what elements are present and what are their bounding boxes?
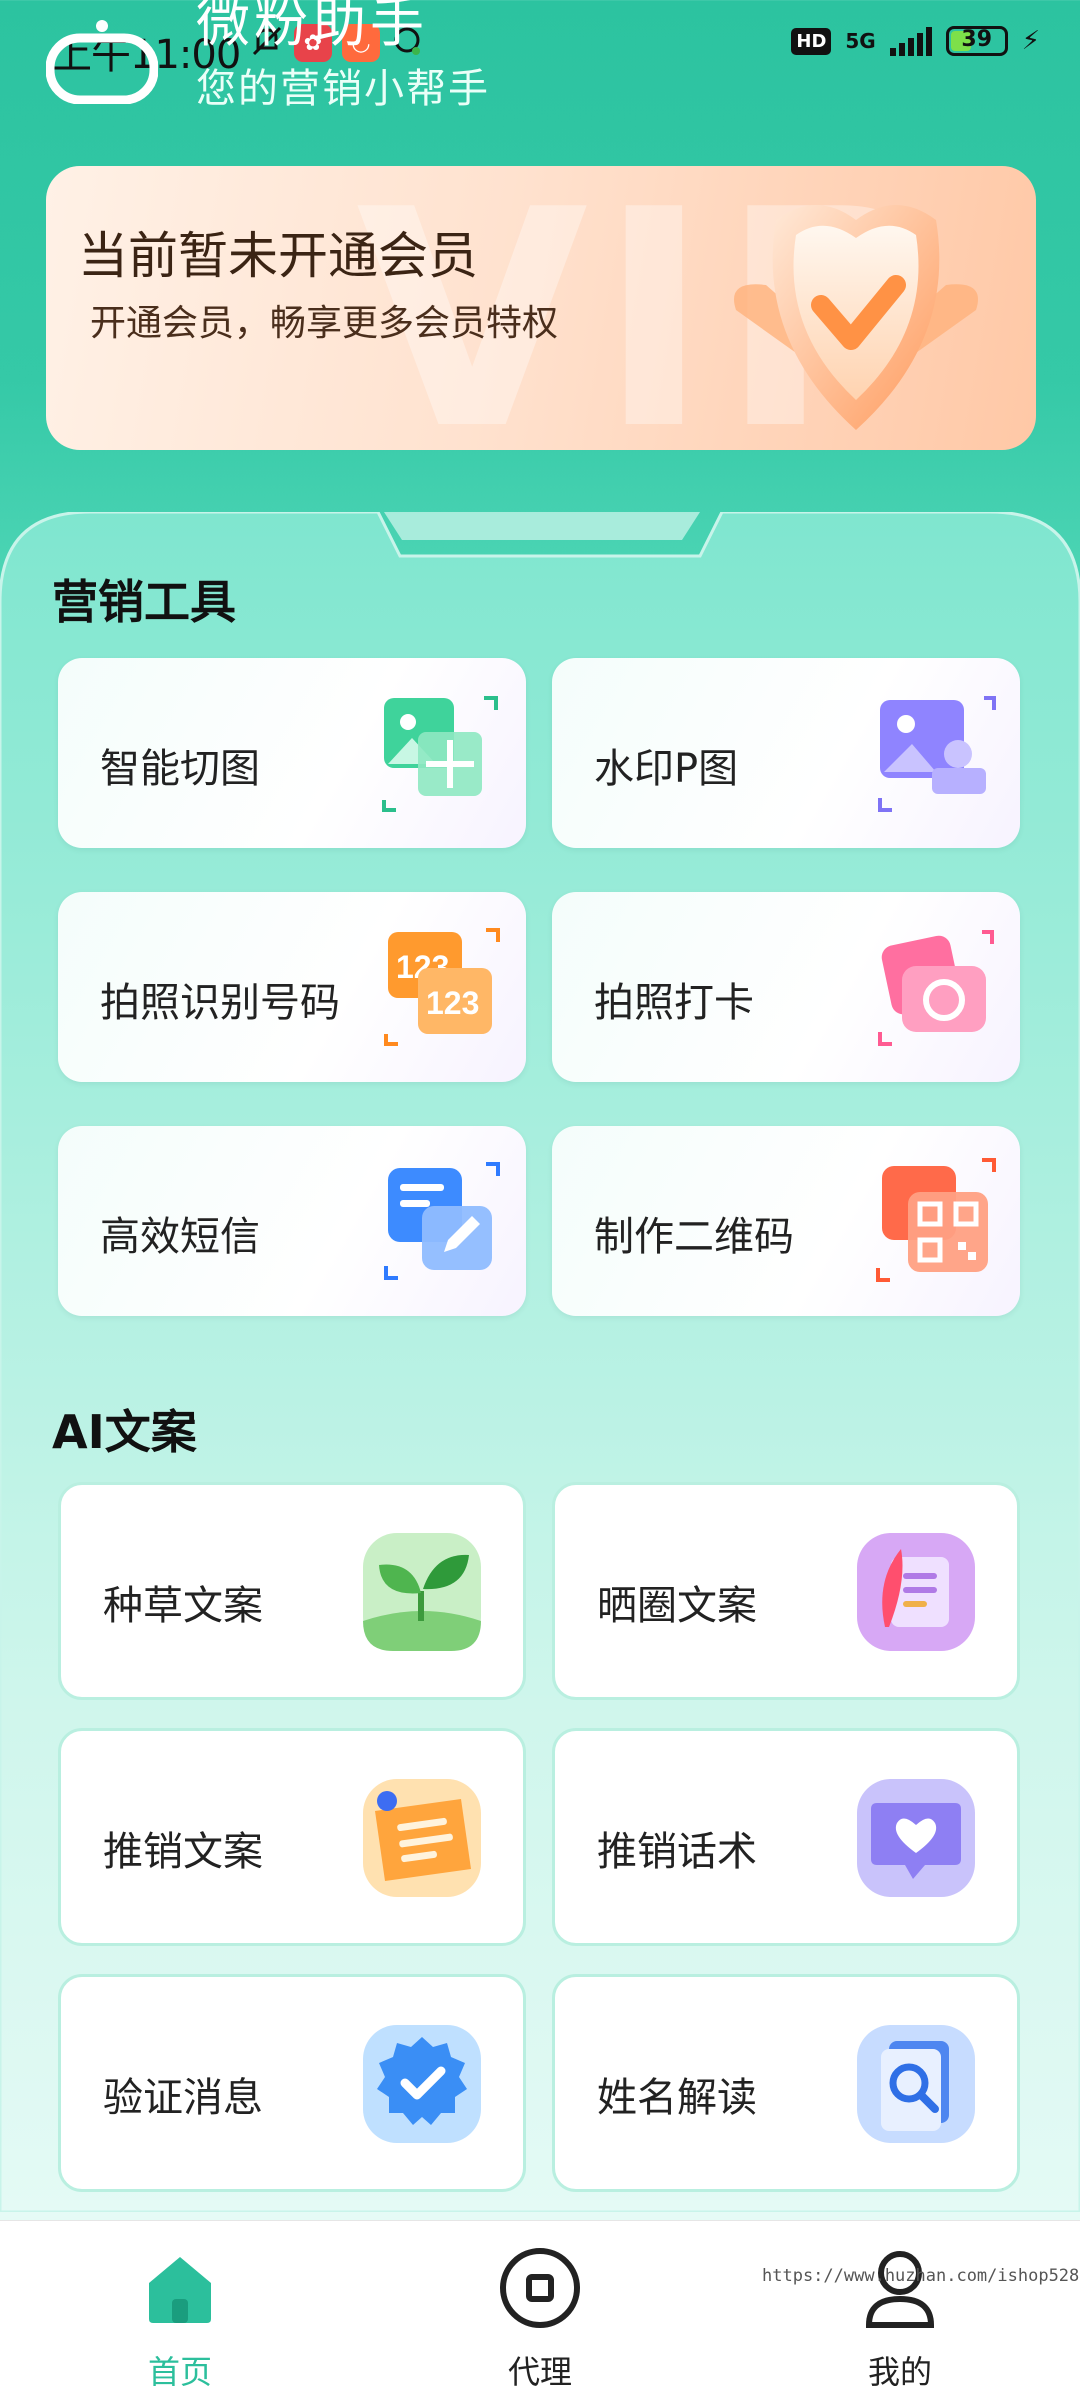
network-type: 5G — [845, 29, 876, 53]
ai-label: 推销文案 — [103, 1829, 263, 1875]
tool-label: 拍照打卡 — [594, 980, 754, 1026]
signal-icon — [889, 26, 932, 56]
bottom-nav: 首页 代理 我的 — [0, 2220, 1080, 2401]
tool-card-photo-checkin[interactable]: 拍照打卡 — [552, 892, 1020, 1082]
tool-label: 智能切图 — [100, 746, 260, 792]
ai-label: 推销话术 — [597, 1829, 757, 1875]
number-scan-icon: 123 123 — [378, 922, 508, 1052]
verified-badge-icon — [361, 2023, 483, 2145]
url-watermark: https://www.huzhan.com/ishop52814 — [762, 2266, 1080, 2286]
vip-shield-icon — [706, 166, 1006, 450]
profile-icon — [855, 2243, 945, 2333]
heart-chat-icon — [855, 1777, 977, 1899]
tool-label: 拍照识别号码 — [100, 980, 340, 1026]
panel-tab-notch — [384, 512, 700, 540]
watermark-stamp-icon — [872, 688, 1002, 818]
app-subtitle: 您的营销小帮手 — [196, 66, 490, 112]
ai-label: 晒圈文案 — [597, 1583, 757, 1629]
sms-edit-icon — [378, 1156, 508, 1286]
tool-label: 制作二维码 — [594, 1214, 794, 1260]
home-icon — [135, 2243, 225, 2333]
status-bar: 上午11:00 ✿ ◡ HD 5G 39 ⚡ — [0, 0, 1080, 100]
feather-doc-icon — [855, 1531, 977, 1653]
nav-label: 代理 — [507, 2353, 572, 2391]
system-status: HD 5G 39 ⚡ — [791, 26, 1040, 56]
nav-label: 首页 — [147, 2353, 212, 2391]
camera-checkin-icon — [872, 922, 1002, 1052]
sprout-icon — [361, 1531, 483, 1653]
note-pin-icon — [361, 1777, 483, 1899]
battery-level: 39 — [961, 27, 993, 52]
tool-card-number-recognition[interactable]: 拍照识别号码 123 123 — [58, 892, 526, 1082]
ai-card-sales-copy[interactable]: 推销文案 — [58, 1728, 526, 1946]
doc-search-icon — [855, 2023, 977, 2145]
ai-label: 姓名解读 — [597, 2075, 757, 2121]
agent-icon — [495, 2243, 585, 2333]
ai-copy-title: AI文案 — [52, 1405, 197, 1459]
vip-banner[interactable]: VIP 当前暂未开通会员 开通会员，畅享更多会员特权 — [46, 166, 1036, 450]
ai-card-verification-message[interactable]: 验证消息 — [58, 1974, 526, 2192]
charging-icon: ⚡ — [1021, 26, 1040, 56]
tool-card-watermark[interactable]: 水印P图 — [552, 658, 1020, 848]
tool-card-make-qrcode[interactable]: 制作二维码 — [552, 1126, 1020, 1316]
app-title: 微粉助手 — [196, 0, 428, 54]
ai-card-name-interpretation[interactable]: 姓名解读 — [552, 1974, 1020, 2192]
nav-home[interactable]: 首页 — [80, 2243, 280, 2393]
number-scan-text: 123 — [426, 985, 479, 1021]
vip-subtitle: 开通会员，畅享更多会员特权 — [90, 303, 559, 344]
hd-badge: HD — [791, 27, 832, 55]
app-logo-icon — [45, 20, 159, 105]
tool-label: 高效短信 — [100, 1214, 260, 1260]
ai-label: 验证消息 — [103, 2075, 263, 2121]
image-crop-icon — [378, 688, 508, 818]
qr-code-icon — [872, 1156, 1002, 1286]
ai-card-sales-script[interactable]: 推销话术 — [552, 1728, 1020, 1946]
ai-card-seeding-copy[interactable]: 种草文案 — [58, 1482, 526, 1700]
tool-label: 水印P图 — [594, 746, 739, 792]
ai-label: 种草文案 — [103, 1583, 263, 1629]
ai-card-moments-copy[interactable]: 晒圈文案 — [552, 1482, 1020, 1700]
tool-card-efficient-sms[interactable]: 高效短信 — [58, 1126, 526, 1316]
marketing-tools-title: 营销工具 — [52, 575, 236, 629]
vip-title: 当前暂未开通会员 — [78, 227, 478, 285]
nav-agent[interactable]: 代理 — [440, 2243, 640, 2393]
battery-icon: 39 — [945, 26, 1008, 56]
nav-label: 我的 — [867, 2353, 932, 2391]
tool-card-smart-crop[interactable]: 智能切图 — [58, 658, 526, 848]
